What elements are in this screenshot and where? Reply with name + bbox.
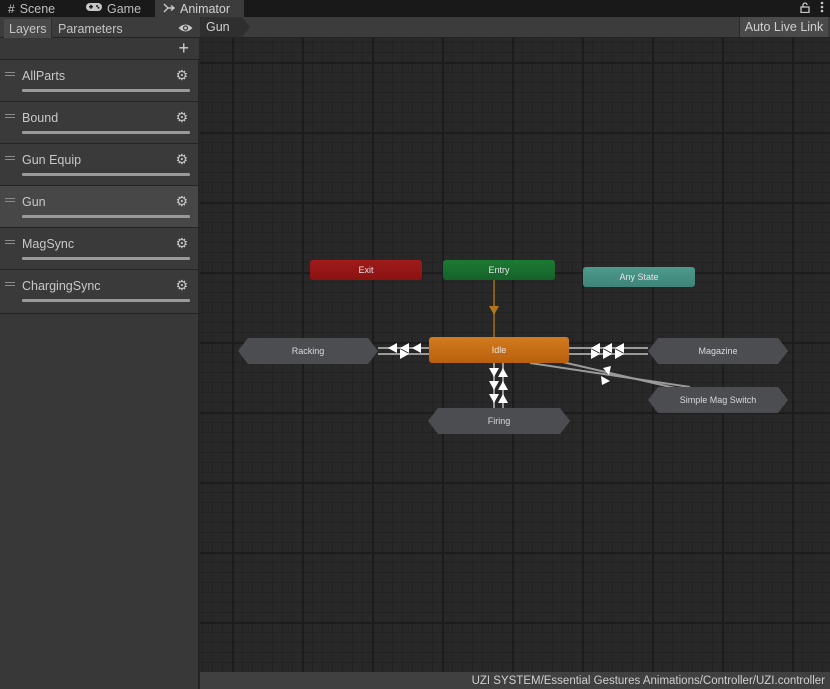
tab-scene[interactable]: # Scene xyxy=(0,0,76,17)
drag-handle-icon[interactable] xyxy=(5,282,15,286)
state-racking[interactable]: Racking xyxy=(238,338,378,364)
layer-item-magsync[interactable]: MagSync ⚙ xyxy=(0,227,198,269)
layer-name: AllParts xyxy=(22,69,66,83)
transition-arrow xyxy=(498,394,508,403)
gear-icon[interactable]: ⚙ xyxy=(175,109,188,126)
visibility-toggle[interactable] xyxy=(178,19,193,38)
parameters-tab-button[interactable]: Parameters xyxy=(53,19,126,38)
layers-tab-button[interactable]: Layers xyxy=(4,19,52,38)
tab-game[interactable]: Game xyxy=(78,0,154,17)
drag-handle-icon[interactable] xyxy=(5,198,15,202)
tab-animator-label: Animator xyxy=(180,1,231,16)
tab-game-label: Game xyxy=(107,1,142,16)
layers-panel: + AllParts ⚙ Bound ⚙ Gun Equip ⚙ Gun ⚙ M… xyxy=(0,38,199,689)
gear-icon[interactable]: ⚙ xyxy=(175,235,188,252)
window-menu-button[interactable] xyxy=(820,0,824,17)
transition-arrow xyxy=(601,376,610,385)
layers-list-divider xyxy=(0,313,198,314)
layer-item-gun[interactable]: Gun ⚙ xyxy=(0,185,198,227)
breadcrumb-gun[interactable]: Gun xyxy=(200,17,250,37)
gamepad-icon xyxy=(86,2,102,15)
tab-animator[interactable]: Animator xyxy=(155,0,244,17)
drag-handle-icon[interactable] xyxy=(5,156,15,160)
layer-item-chargingsync[interactable]: ChargingSync ⚙ xyxy=(0,269,198,311)
drag-handle-icon[interactable] xyxy=(5,72,15,76)
eye-icon xyxy=(178,22,193,36)
gear-icon[interactable]: ⚙ xyxy=(175,193,188,210)
layers-header: + xyxy=(0,38,199,59)
layer-weight-slider[interactable] xyxy=(22,257,190,260)
gear-icon[interactable]: ⚙ xyxy=(175,67,188,84)
layer-name: Gun Equip xyxy=(22,153,82,167)
layer-item-bound[interactable]: Bound ⚙ xyxy=(0,101,198,143)
animator-icon xyxy=(163,2,176,16)
state-idle[interactable]: Idle xyxy=(429,337,569,363)
controller-path: UZI SYSTEM/Essential Gestures Animations… xyxy=(471,674,825,687)
add-layer-button[interactable]: + xyxy=(178,38,189,58)
layer-name: Bound xyxy=(22,111,59,125)
layer-weight-slider[interactable] xyxy=(22,299,190,302)
layer-item-allparts[interactable]: AllParts ⚙ xyxy=(0,59,198,101)
layer-item-gun-equip[interactable]: Gun Equip ⚙ xyxy=(0,143,198,185)
lock-button[interactable] xyxy=(800,0,810,17)
grid-icon: # xyxy=(8,1,15,16)
layer-name: ChargingSync xyxy=(22,279,101,293)
transition-arrow xyxy=(489,306,499,315)
layer-name: MagSync xyxy=(22,237,75,251)
tab-scene-label: Scene xyxy=(19,1,56,16)
state-magazine[interactable]: Magazine xyxy=(648,338,788,364)
transition-arrow xyxy=(489,394,499,403)
transition-arrow xyxy=(489,381,499,390)
auto-live-link-button[interactable]: Auto Live Link xyxy=(739,17,828,37)
gear-icon[interactable]: ⚙ xyxy=(175,151,188,168)
window-tab-bar: # Scene Game Animator xyxy=(0,0,830,17)
drag-handle-icon[interactable] xyxy=(5,240,15,244)
transition-arrow xyxy=(489,368,499,377)
state-any-state[interactable]: Any State xyxy=(583,267,695,287)
transition-arrow xyxy=(498,368,508,377)
state-exit[interactable]: Exit xyxy=(310,260,422,280)
state-entry[interactable]: Entry xyxy=(443,260,555,280)
layer-weight-slider[interactable] xyxy=(22,89,190,92)
state-machine-graph[interactable]: Exit Entry Any State Idle Racking Magazi… xyxy=(200,38,830,672)
lock-icon xyxy=(800,1,810,16)
animator-toolbar: Layers Parameters Gun Auto Live Link xyxy=(0,17,830,38)
layer-weight-slider[interactable] xyxy=(22,131,190,134)
transition-arrow xyxy=(412,343,421,353)
transition-arrow xyxy=(498,381,508,390)
drag-handle-icon[interactable] xyxy=(5,114,15,118)
layer-weight-slider[interactable] xyxy=(22,173,190,176)
gear-icon[interactable]: ⚙ xyxy=(175,277,188,294)
kebab-menu-icon xyxy=(820,1,824,16)
state-firing[interactable]: Firing xyxy=(428,408,570,434)
layer-weight-slider[interactable] xyxy=(22,215,190,218)
layer-name: Gun xyxy=(22,195,46,209)
state-simple-mag-switch[interactable]: Simple Mag Switch xyxy=(648,387,788,413)
status-bar: UZI SYSTEM/Essential Gestures Animations… xyxy=(200,672,830,689)
transition-arrow xyxy=(388,343,397,353)
